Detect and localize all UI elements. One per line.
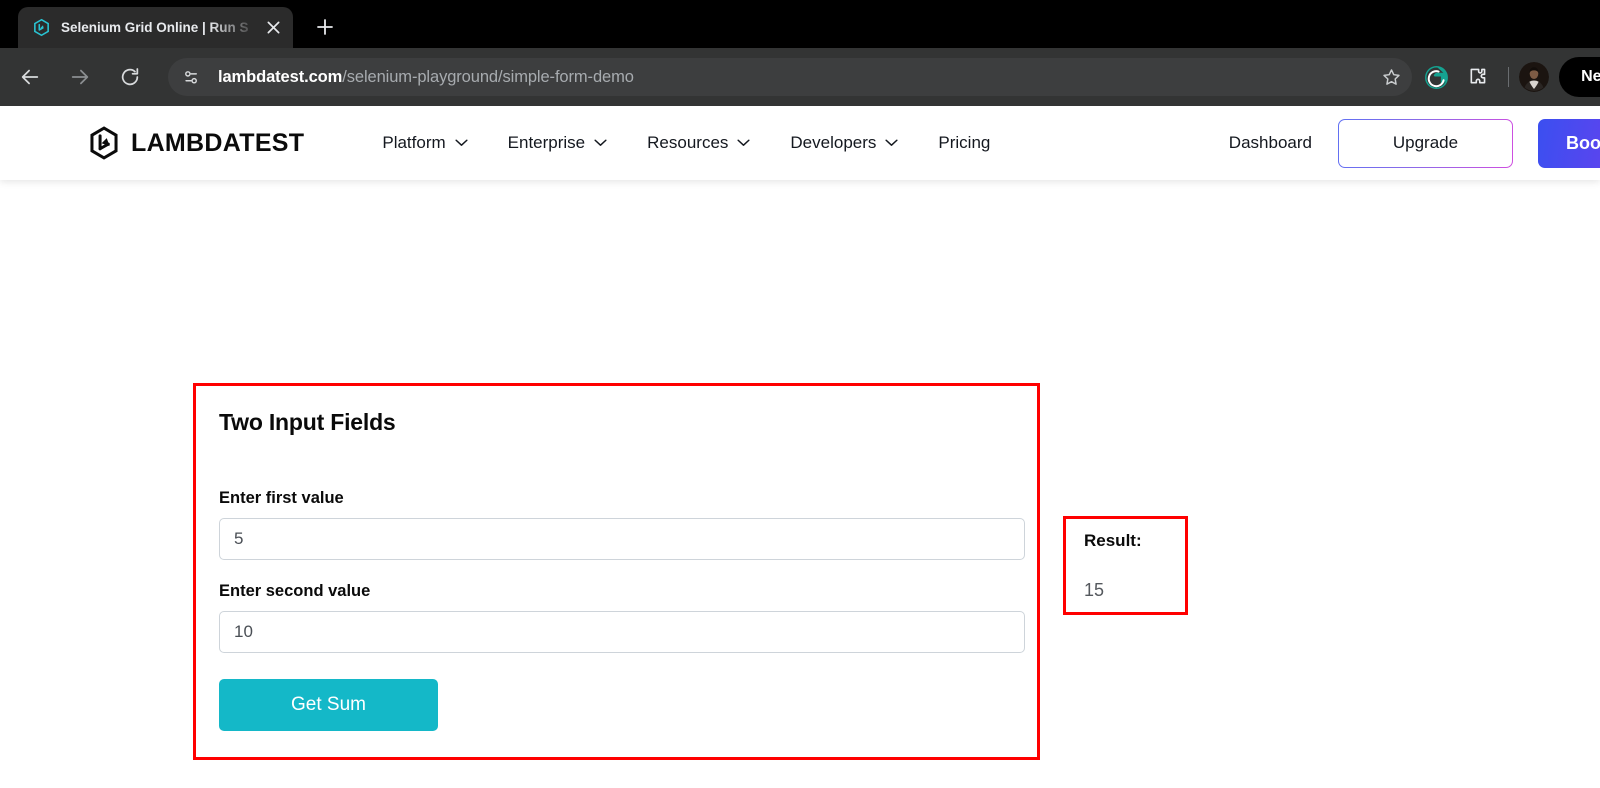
browser-window: Selenium Grid Online | Run S lambdatest.… bbox=[0, 0, 1600, 788]
avatar[interactable] bbox=[1519, 62, 1550, 92]
brand-logo[interactable]: LAMBDATEST bbox=[88, 126, 304, 160]
lambdatest-hexagon-icon bbox=[90, 126, 118, 160]
result-value: 15 bbox=[1084, 580, 1105, 600]
lambdatest-hexagon-icon bbox=[34, 18, 49, 37]
chevron-down-icon bbox=[455, 139, 468, 146]
tab-strip: Selenium Grid Online | Run S bbox=[0, 0, 1600, 48]
close-icon[interactable] bbox=[261, 16, 285, 40]
page-viewport: LAMBDATEST Platform Enterprise Resources bbox=[0, 106, 1600, 788]
nav-item-resources[interactable]: Resources bbox=[627, 133, 770, 153]
page-title: Two Input Fields bbox=[219, 409, 396, 435]
forward-button[interactable] bbox=[60, 57, 100, 97]
chevron-down-icon bbox=[737, 139, 750, 146]
result-label: Result: bbox=[1084, 531, 1142, 550]
two-input-fields-card: Two Input Fields Enter first value 5 Ent… bbox=[193, 383, 1040, 760]
site-settings-icon[interactable] bbox=[176, 62, 206, 92]
nav-links: Platform Enterprise Resources Developers… bbox=[362, 133, 1010, 153]
arrow-left-icon bbox=[21, 69, 39, 85]
arrow-right-icon bbox=[71, 69, 89, 85]
grammarly-g-icon[interactable] bbox=[1418, 59, 1454, 95]
plus-icon bbox=[317, 19, 333, 35]
brand-name: LAMBDATEST bbox=[131, 128, 305, 157]
nav-item-enterprise[interactable]: Enterprise bbox=[488, 133, 627, 153]
puzzle-piece-icon[interactable] bbox=[1458, 59, 1494, 95]
chevron-down-icon bbox=[885, 139, 898, 146]
page-content: Two Input Fields Enter first value 5 Ent… bbox=[0, 180, 1600, 788]
first-value-input[interactable]: 5 bbox=[219, 518, 1025, 560]
nav-actions: Dashboard Upgrade Book a De bbox=[1203, 118, 1600, 168]
url-path: /selenium-playground/simple-form-demo bbox=[342, 67, 634, 86]
second-value-input[interactable]: 10 bbox=[219, 611, 1025, 653]
url-host: lambdatest.com bbox=[218, 67, 343, 86]
address-bar[interactable]: lambdatest.com/selenium-playground/simpl… bbox=[168, 58, 1413, 96]
browser-tab[interactable]: Selenium Grid Online | Run S bbox=[18, 7, 293, 48]
back-button[interactable] bbox=[10, 57, 50, 97]
site-navbar: LAMBDATEST Platform Enterprise Resources bbox=[0, 106, 1600, 180]
reload-button[interactable] bbox=[110, 57, 150, 97]
nav-item-label: Platform bbox=[382, 133, 446, 152]
result-box: Result: 15 bbox=[1063, 516, 1188, 615]
nav-item-label: Pricing bbox=[938, 133, 991, 152]
toolbar-divider bbox=[1508, 67, 1510, 87]
nav-item-label: Developers bbox=[790, 133, 877, 152]
new-tab-button[interactable] bbox=[310, 12, 340, 42]
nav-item-platform[interactable]: Platform bbox=[362, 133, 487, 153]
nav-item-pricing[interactable]: Pricing bbox=[918, 133, 1010, 153]
url-text: lambdatest.com/selenium-playground/simpl… bbox=[218, 68, 634, 87]
new-button[interactable]: New bbox=[1559, 57, 1600, 97]
book-a-demo-button[interactable]: Book a De bbox=[1537, 118, 1600, 168]
nav-item-label: Enterprise bbox=[507, 133, 586, 152]
second-value-label: Enter second value bbox=[219, 582, 371, 600]
browser-toolbar: lambdatest.com/selenium-playground/simpl… bbox=[0, 48, 1600, 106]
get-sum-button[interactable]: Get Sum bbox=[219, 679, 438, 731]
star-icon[interactable] bbox=[1376, 62, 1406, 92]
first-value-label: Enter first value bbox=[219, 489, 344, 507]
upgrade-button[interactable]: Upgrade bbox=[1338, 119, 1513, 168]
nav-item-label: Resources bbox=[647, 133, 729, 152]
nav-item-developers[interactable]: Developers bbox=[770, 133, 918, 153]
reload-icon bbox=[121, 68, 139, 86]
chevron-down-icon bbox=[594, 139, 607, 146]
tab-title: Selenium Grid Online | Run S bbox=[61, 20, 249, 35]
dashboard-link[interactable]: Dashboard bbox=[1203, 133, 1338, 153]
